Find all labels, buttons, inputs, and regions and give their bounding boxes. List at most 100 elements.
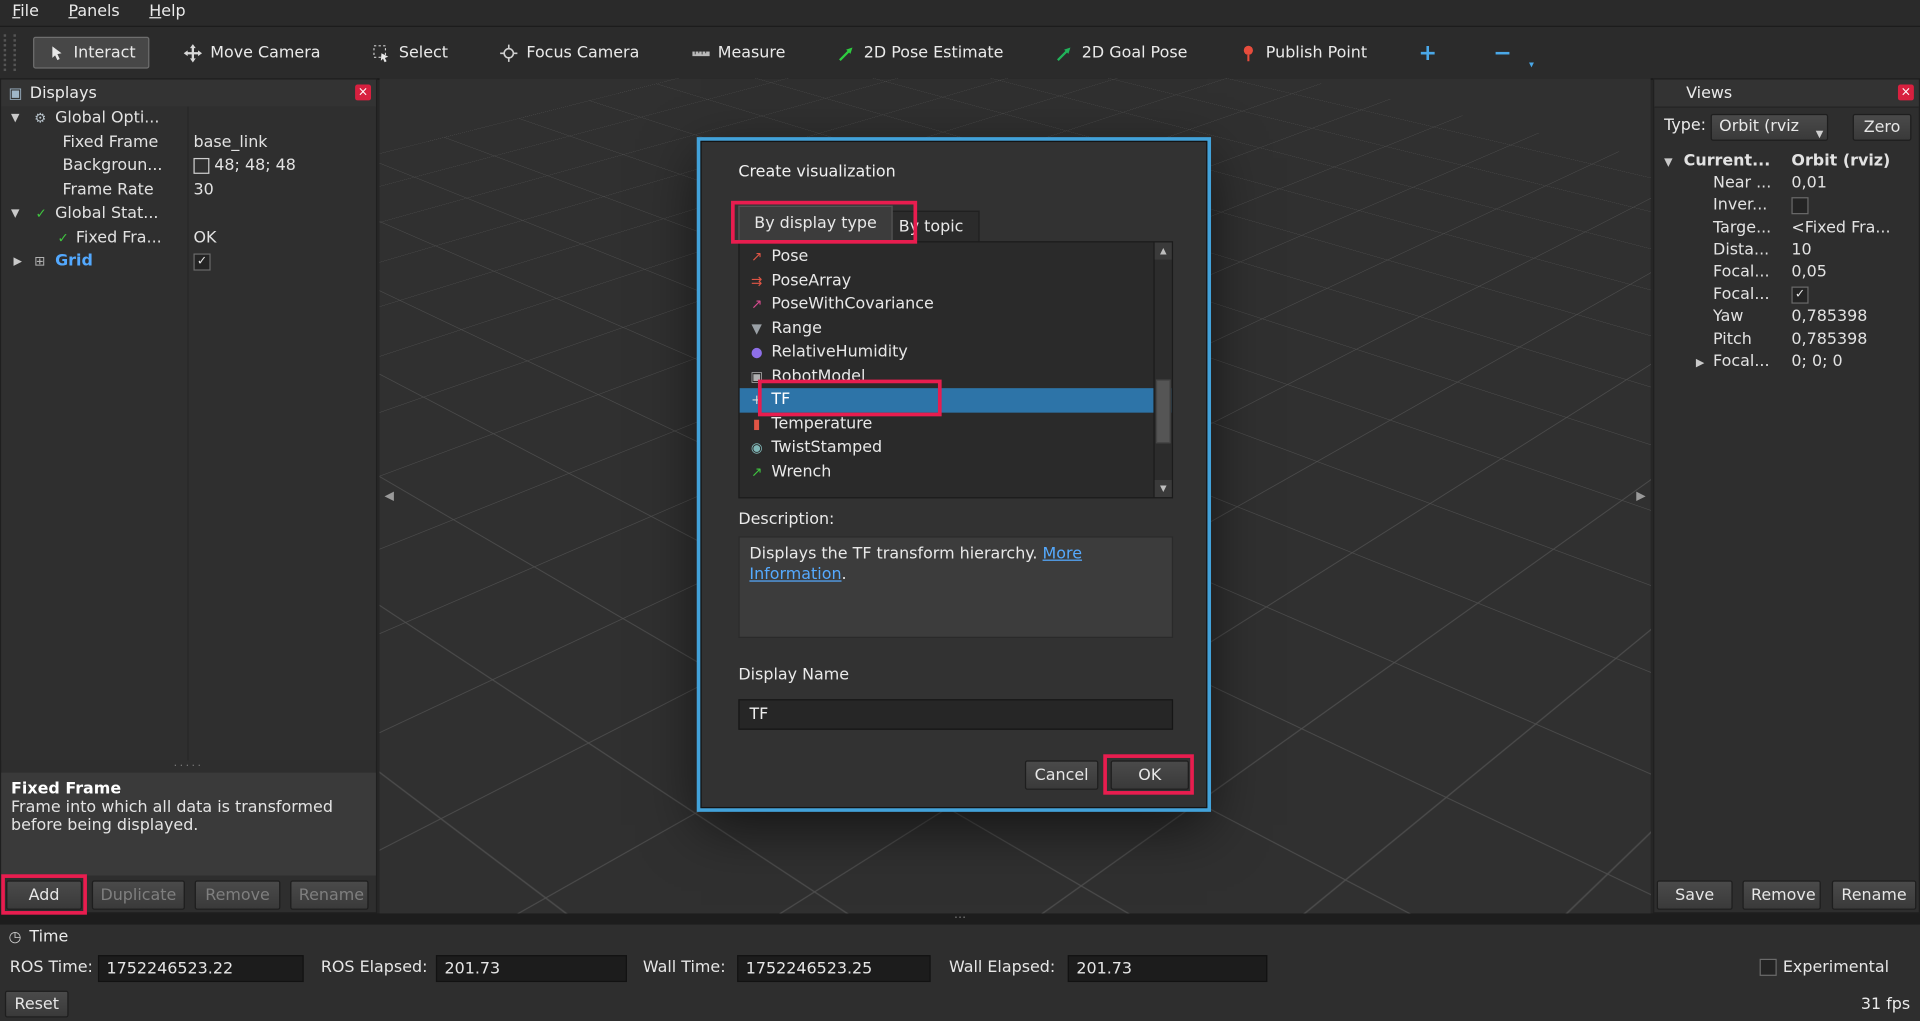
expander-closed-icon[interactable]: ▶ (1696, 352, 1704, 374)
views-row-near[interactable]: Near ... 0,01 (1654, 173, 1918, 195)
list-item-twiststamped[interactable]: ◉TwistStamped (740, 436, 1172, 460)
expander-open-icon[interactable]: ▼ (1664, 152, 1672, 174)
property-value[interactable]: 30 (193, 178, 213, 202)
collapse-left-icon[interactable]: ◀ (384, 490, 393, 503)
list-item-relativehumidity[interactable]: ●RelativeHumidity (740, 340, 1172, 364)
views-row-distance[interactable]: Dista... 10 (1654, 240, 1918, 262)
collapse-right-icon[interactable]: ▶ (1636, 490, 1645, 503)
property-value[interactable]: 48; 48; 48 (193, 154, 295, 178)
views-row-focal-size[interactable]: Focal... 0,05 (1654, 262, 1918, 284)
invert-checkbox[interactable] (1791, 198, 1808, 215)
property-value: OK (193, 226, 216, 250)
focal-shape-checkbox[interactable]: ✓ (1791, 287, 1808, 304)
tool-measure-button[interactable]: Measure (683, 42, 792, 64)
property-value[interactable]: 0,05 (1791, 262, 1826, 284)
tool-focus-camera-button[interactable]: Focus Camera (492, 42, 647, 64)
property-value[interactable]: 0; 0; 0 (1791, 351, 1842, 373)
remove-tool-button[interactable]: −▾ (1486, 39, 1519, 67)
views-row-focal-point[interactable]: ▶ Focal... 0; 0; 0 (1654, 351, 1918, 373)
tab-by-display-type[interactable]: By display type (738, 206, 892, 243)
color-swatch[interactable] (193, 158, 209, 174)
scroll-down-icon[interactable]: ▼ (1155, 480, 1172, 497)
grid-enabled-checkbox[interactable]: ✓ (193, 253, 210, 270)
expander-open-icon[interactable]: ▼ (11, 108, 19, 132)
expander-open-icon[interactable]: ▼ (11, 203, 19, 227)
views-row-invert[interactable]: Inver... (1654, 195, 1918, 217)
property-value[interactable]: 0,01 (1791, 173, 1826, 195)
tool-2d-pose-estimate-button[interactable]: 2D Pose Estimate (829, 42, 1010, 64)
display-name-input[interactable] (738, 699, 1173, 730)
tab-by-topic[interactable]: By topic (883, 211, 980, 243)
toolbar: Interact Move Camera Select Focus Camera (0, 27, 1920, 80)
property-value[interactable]: <Fixed Fra... (1791, 217, 1890, 239)
tree-row-fixed-frame[interactable]: Fixed Frame base_link (1, 130, 376, 154)
save-view-button[interactable]: Save (1657, 880, 1733, 909)
remove-display-button[interactable]: Remove (195, 880, 281, 909)
pose-estimate-arrow-icon (837, 43, 857, 63)
views-row-focal-fixed[interactable]: Focal... ✓ (1654, 284, 1918, 306)
view-type-combo[interactable]: Orbit (rviz▼ (1711, 114, 1829, 141)
wall-elapsed-field[interactable]: 201.73 (1068, 955, 1268, 982)
tree-row-fixed-frame-status[interactable]: ✓ Fixed Fra... OK (1, 226, 376, 250)
views-row-pitch[interactable]: Pitch 0,785398 (1654, 329, 1918, 351)
ok-button[interactable]: OK (1111, 760, 1189, 789)
property-value[interactable]: 0,785398 (1791, 329, 1867, 351)
experimental-checkbox[interactable] (1760, 959, 1777, 976)
menu-panels[interactable]: Panels (56, 0, 132, 23)
tree-help-splitter[interactable]: ····· (1, 760, 376, 772)
tree-row-background-color[interactable]: Backgroun... 48; 48; 48 (1, 154, 376, 178)
views-panel-header[interactable]: Views × (1654, 80, 1918, 108)
remove-tool-dropdown-icon[interactable]: ▾ (1529, 58, 1534, 69)
scroll-up-icon[interactable]: ▲ (1155, 242, 1172, 259)
rename-view-button[interactable]: Rename (1832, 880, 1916, 909)
list-item-temperature[interactable]: ▮Temperature (740, 412, 1172, 436)
tool-publish-point-button[interactable]: Publish Point (1232, 42, 1375, 64)
reset-button[interactable]: Reset (5, 991, 69, 1018)
expander-closed-icon[interactable]: ▶ (13, 251, 21, 275)
list-item-posewithcovariance[interactable]: ↗PoseWithCovariance (740, 293, 1172, 317)
tree-row-grid[interactable]: ▶ ⊞ Grid ✓ (1, 250, 376, 274)
add-tool-button[interactable]: + (1411, 39, 1444, 67)
menu-help[interactable]: Help (137, 0, 198, 23)
property-value[interactable]: base_link (193, 130, 267, 154)
list-item-tf-selected[interactable]: +TF (740, 388, 1173, 412)
ros-elapsed-field[interactable]: 201.73 (436, 955, 627, 982)
main-time-splitter[interactable]: ⋯ (0, 913, 1920, 923)
remove-view-button[interactable]: Remove (1742, 880, 1820, 909)
list-scrollbar[interactable]: ▲ ▼ (1153, 242, 1171, 497)
type-label: Type: (1664, 116, 1706, 134)
views-row-target[interactable]: Targe... <Fixed Fra... (1654, 217, 1918, 239)
menu-file[interactable]: File (0, 0, 51, 23)
tree-row-global-options[interactable]: ▼ ⚙ Global Opti... (1, 107, 376, 131)
property-name: Targe... (1713, 217, 1771, 239)
displays-close-icon[interactable]: × (355, 84, 371, 100)
tree-row-global-status[interactable]: ▼ ✓ Global Stat... (1, 202, 376, 226)
list-item-pose[interactable]: ↗Pose (740, 245, 1172, 269)
rename-display-button[interactable]: Rename (290, 880, 368, 909)
duplicate-display-button[interactable]: Duplicate (92, 880, 185, 909)
toolbar-drag-handle[interactable] (4, 34, 16, 71)
list-item-range[interactable]: ▼Range (740, 317, 1172, 341)
tool-move-camera-button[interactable]: Move Camera (176, 42, 328, 64)
list-item-robotmodel[interactable]: ▣RobotModel (740, 364, 1172, 388)
add-display-button[interactable]: Add (6, 880, 82, 909)
scrollbar-thumb[interactable] (1156, 380, 1171, 444)
cancel-button[interactable]: Cancel (1025, 760, 1098, 789)
tool-focus-camera-label: Focus Camera (526, 43, 639, 61)
fps-counter: 31 fps (1861, 996, 1910, 1014)
property-value[interactable]: 0,785398 (1791, 307, 1867, 329)
list-item-wrench[interactable]: ↗Wrench (740, 460, 1172, 484)
views-row-yaw[interactable]: Yaw 0,785398 (1654, 307, 1918, 329)
tool-select-button[interactable]: Select (365, 42, 456, 64)
displays-panel-header[interactable]: ▣ Displays × (1, 80, 376, 108)
ros-time-field[interactable]: 1752246523.22 (98, 955, 304, 982)
list-item-posearray[interactable]: ⇉PoseArray (740, 269, 1172, 293)
tool-interact-button[interactable]: Interact (33, 37, 149, 69)
property-value[interactable]: 10 (1791, 240, 1811, 262)
zero-button[interactable]: Zero (1853, 114, 1912, 141)
tree-row-frame-rate[interactable]: Frame Rate 30 (1, 178, 376, 202)
tool-2d-goal-pose-button[interactable]: 2D Goal Pose (1048, 42, 1195, 64)
views-close-icon[interactable]: × (1898, 84, 1914, 100)
wall-time-field[interactable]: 1752246523.25 (737, 955, 930, 982)
views-row-current[interactable]: ▼ Current... Orbit (rviz) (1654, 151, 1918, 173)
